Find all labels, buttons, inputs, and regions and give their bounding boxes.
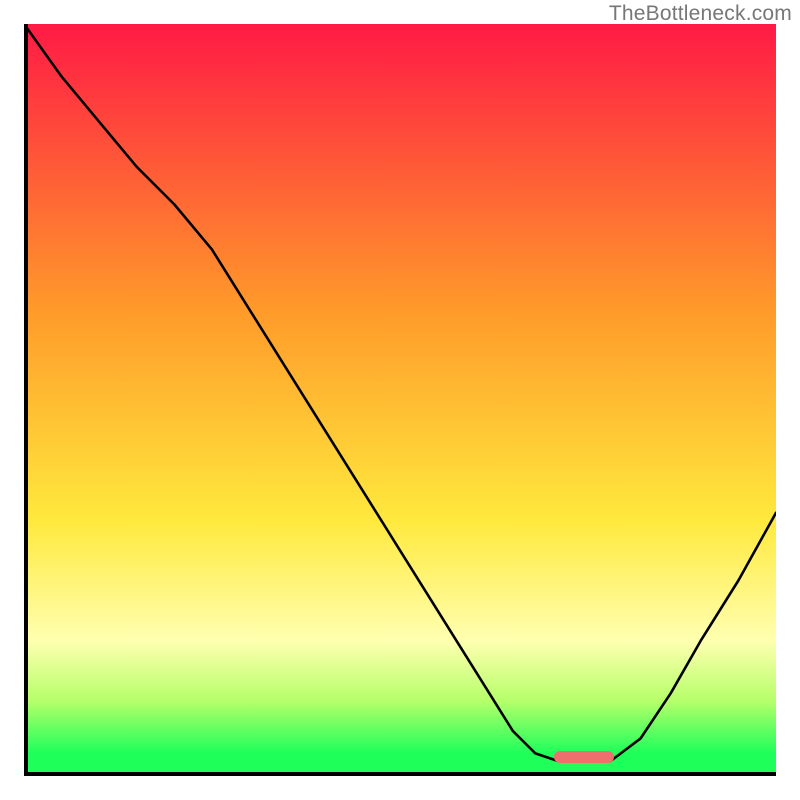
y-axis-line [24,24,28,776]
optimal-range-marker [554,751,614,763]
watermark-text: TheBottleneck.com [609,2,792,26]
x-axis-line [24,772,776,776]
bottleneck-curve [24,24,776,776]
plot-area [24,24,776,776]
